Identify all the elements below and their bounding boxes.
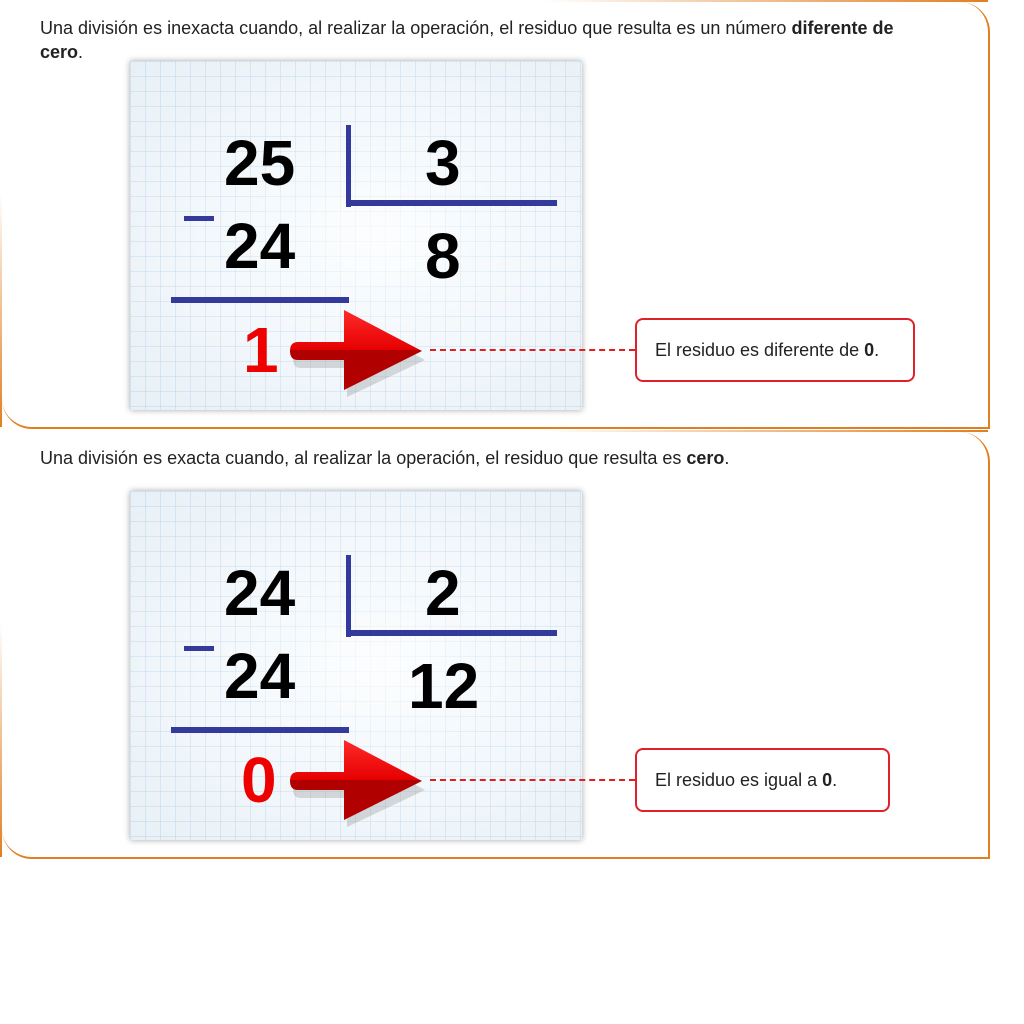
remainder: 0 [241,744,277,816]
minus-sign [184,216,214,221]
division-bracket-horizontal [346,630,557,636]
minus-sign [184,646,214,651]
divisor: 2 [425,557,461,629]
exact-division-panel: Una división es exacta cuando, al realiz… [0,430,990,859]
exact-intro-text: Una división es exacta cuando, al realiz… [40,448,730,468]
quotient: 12 [408,650,480,722]
division-bracket-vertical [346,555,351,637]
product: 24 [224,640,296,712]
dividend: 25 [224,127,296,199]
remainder-callout: El residuo es diferente de 0. [635,318,915,382]
dashed-connector [430,349,635,351]
exact-division-board: 24 2 24 12 0 [130,491,582,840]
inexact-division-panel: Una división es inexacta cuando, al real… [0,0,990,429]
dashed-connector [430,779,635,781]
divisor: 3 [425,127,461,199]
division-bracket-horizontal [346,200,557,206]
arrow-right-icon [290,310,425,397]
arrow-right-icon [290,740,425,827]
subtraction-line [171,727,349,733]
remainder-callout: El residuo es igual a 0. [635,748,890,812]
exact-intro-bold: cero [686,448,725,468]
dividend: 24 [224,557,296,629]
remainder: 1 [243,314,279,386]
quotient: 8 [425,220,461,292]
inexact-division-board: 25 3 24 8 1 [130,61,582,410]
inexact-intro-text: Una división es inexacta cuando, al real… [40,18,894,62]
division-bracket-vertical [346,125,351,207]
product: 24 [224,210,296,282]
subtraction-line [171,297,349,303]
